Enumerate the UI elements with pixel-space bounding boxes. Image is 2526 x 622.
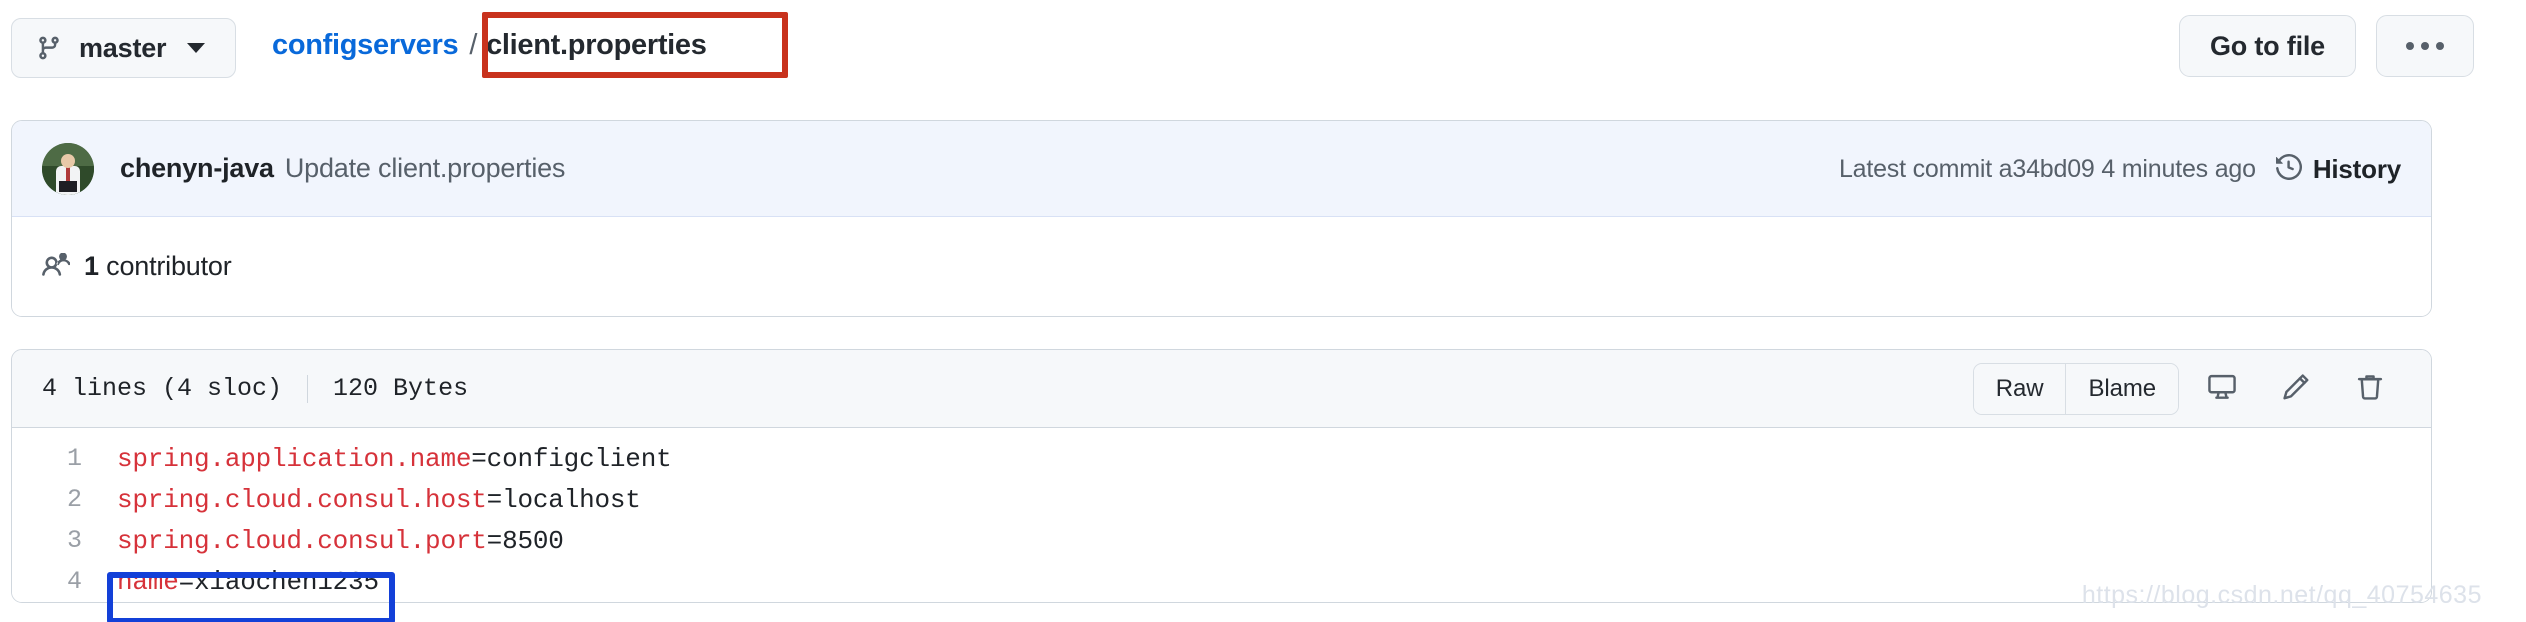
commit-meta: Latest commit a34bd09 4 minutes ago Hist… xyxy=(1839,121,2401,217)
latest-commit-info: Latest commit a34bd09 4 minutes ago xyxy=(1838,154,2256,183)
device-desktop-icon xyxy=(2207,372,2237,407)
file-lines-info: 4 lines (4 sloc) xyxy=(42,374,283,403)
ellipsis-dot-icon xyxy=(2436,42,2444,50)
breadcrumb-separator: / xyxy=(469,28,478,61)
meta-divider xyxy=(307,374,309,403)
property-key: spring.application.name xyxy=(117,443,472,474)
chevron-down-icon xyxy=(187,43,206,53)
property-key: spring.cloud.consul.host xyxy=(117,484,487,515)
blame-button[interactable]: Blame xyxy=(2065,364,2178,414)
property-key: spring.cloud.consul.port xyxy=(117,525,487,556)
topbar-actions: Go to file xyxy=(2179,15,2474,77)
line-number[interactable]: 2 xyxy=(12,485,100,514)
contributor-word: contributor xyxy=(106,251,232,281)
property-equals: = xyxy=(178,566,195,597)
line-number[interactable]: 3 xyxy=(12,526,100,555)
view-mode-group: Raw Blame xyxy=(1972,363,2179,415)
contributor-count: 1 xyxy=(84,251,99,281)
raw-button[interactable]: Raw xyxy=(1973,364,2066,414)
history-label: History xyxy=(2312,153,2401,184)
history-clock-icon xyxy=(2275,153,2302,185)
code-line-text[interactable]: name=xiaochen1235 xyxy=(100,567,379,597)
breadcrumb-filename: client.properties xyxy=(486,28,707,61)
code-content: 1 spring.application.name=configclient 2… xyxy=(12,428,2431,602)
commit-card: chenyn-java Update client.properties Lat… xyxy=(11,120,2432,317)
ellipsis-dot-icon xyxy=(2406,42,2414,50)
breadcrumb-repo-link[interactable]: configservers xyxy=(272,29,459,62)
commit-author-name[interactable]: chenyn-java xyxy=(120,153,274,184)
property-value: xiaochen1235 xyxy=(194,566,379,597)
line-number[interactable]: 1 xyxy=(12,444,100,473)
more-options-button[interactable] xyxy=(2376,15,2474,77)
breadcrumb: configservers / client.properties xyxy=(272,14,707,76)
file-card: 4 lines (4 sloc) 120 Bytes Raw Blame 1 s… xyxy=(11,349,2432,603)
property-equals: = xyxy=(486,525,503,556)
property-value: configclient xyxy=(486,443,672,474)
go-to-file-button[interactable]: Go to file xyxy=(2179,15,2356,77)
commit-header-row: chenyn-java Update client.properties Lat… xyxy=(12,121,2431,217)
top-bar: master configservers / client.properties… xyxy=(0,0,2526,98)
open-in-desktop-button[interactable] xyxy=(2191,363,2253,415)
line-number[interactable]: 4 xyxy=(12,567,100,596)
code-line-text[interactable]: spring.cloud.consul.port=8500 xyxy=(100,526,564,556)
file-meta: 4 lines (4 sloc) 120 Bytes xyxy=(42,374,468,403)
branch-name-label: master xyxy=(79,32,167,63)
github-file-view-page: master configservers / client.properties… xyxy=(0,0,2526,622)
file-actions: Raw Blame xyxy=(1972,350,2401,428)
code-line-text[interactable]: spring.application.name=configclient xyxy=(100,444,672,474)
property-equals: = xyxy=(486,484,503,515)
code-line: 1 spring.application.name=configclient xyxy=(12,438,2431,479)
property-equals: = xyxy=(471,443,487,474)
file-size: 120 Bytes xyxy=(333,374,469,403)
pencil-icon xyxy=(2281,372,2311,407)
history-link[interactable]: History xyxy=(2275,153,2401,185)
code-line: 2 spring.cloud.consul.host=localhost xyxy=(12,479,2431,520)
git-branch-icon xyxy=(36,35,62,61)
property-value: 8500 xyxy=(502,525,564,556)
property-key: name xyxy=(117,566,179,597)
delete-file-button[interactable] xyxy=(2339,363,2401,415)
contributors-row[interactable]: 1 contributor xyxy=(12,217,2431,316)
property-value: localhost xyxy=(502,484,641,515)
edit-file-button[interactable] xyxy=(2265,363,2327,415)
branch-selector-button[interactable]: master xyxy=(11,18,236,78)
trash-icon xyxy=(2355,372,2385,407)
code-line: 4 name=xiaochen1235 xyxy=(12,561,2431,602)
commit-message[interactable]: Update client.properties xyxy=(285,153,566,184)
code-line-text[interactable]: spring.cloud.consul.host=localhost xyxy=(100,485,641,515)
file-header-bar: 4 lines (4 sloc) 120 Bytes Raw Blame xyxy=(12,350,2431,428)
code-line: 3 spring.cloud.consul.port=8500 xyxy=(12,520,2431,561)
avatar[interactable] xyxy=(42,142,94,195)
people-icon xyxy=(42,252,70,281)
contributor-count-label: 1 contributor xyxy=(84,251,232,282)
ellipsis-dot-icon xyxy=(2421,42,2429,50)
